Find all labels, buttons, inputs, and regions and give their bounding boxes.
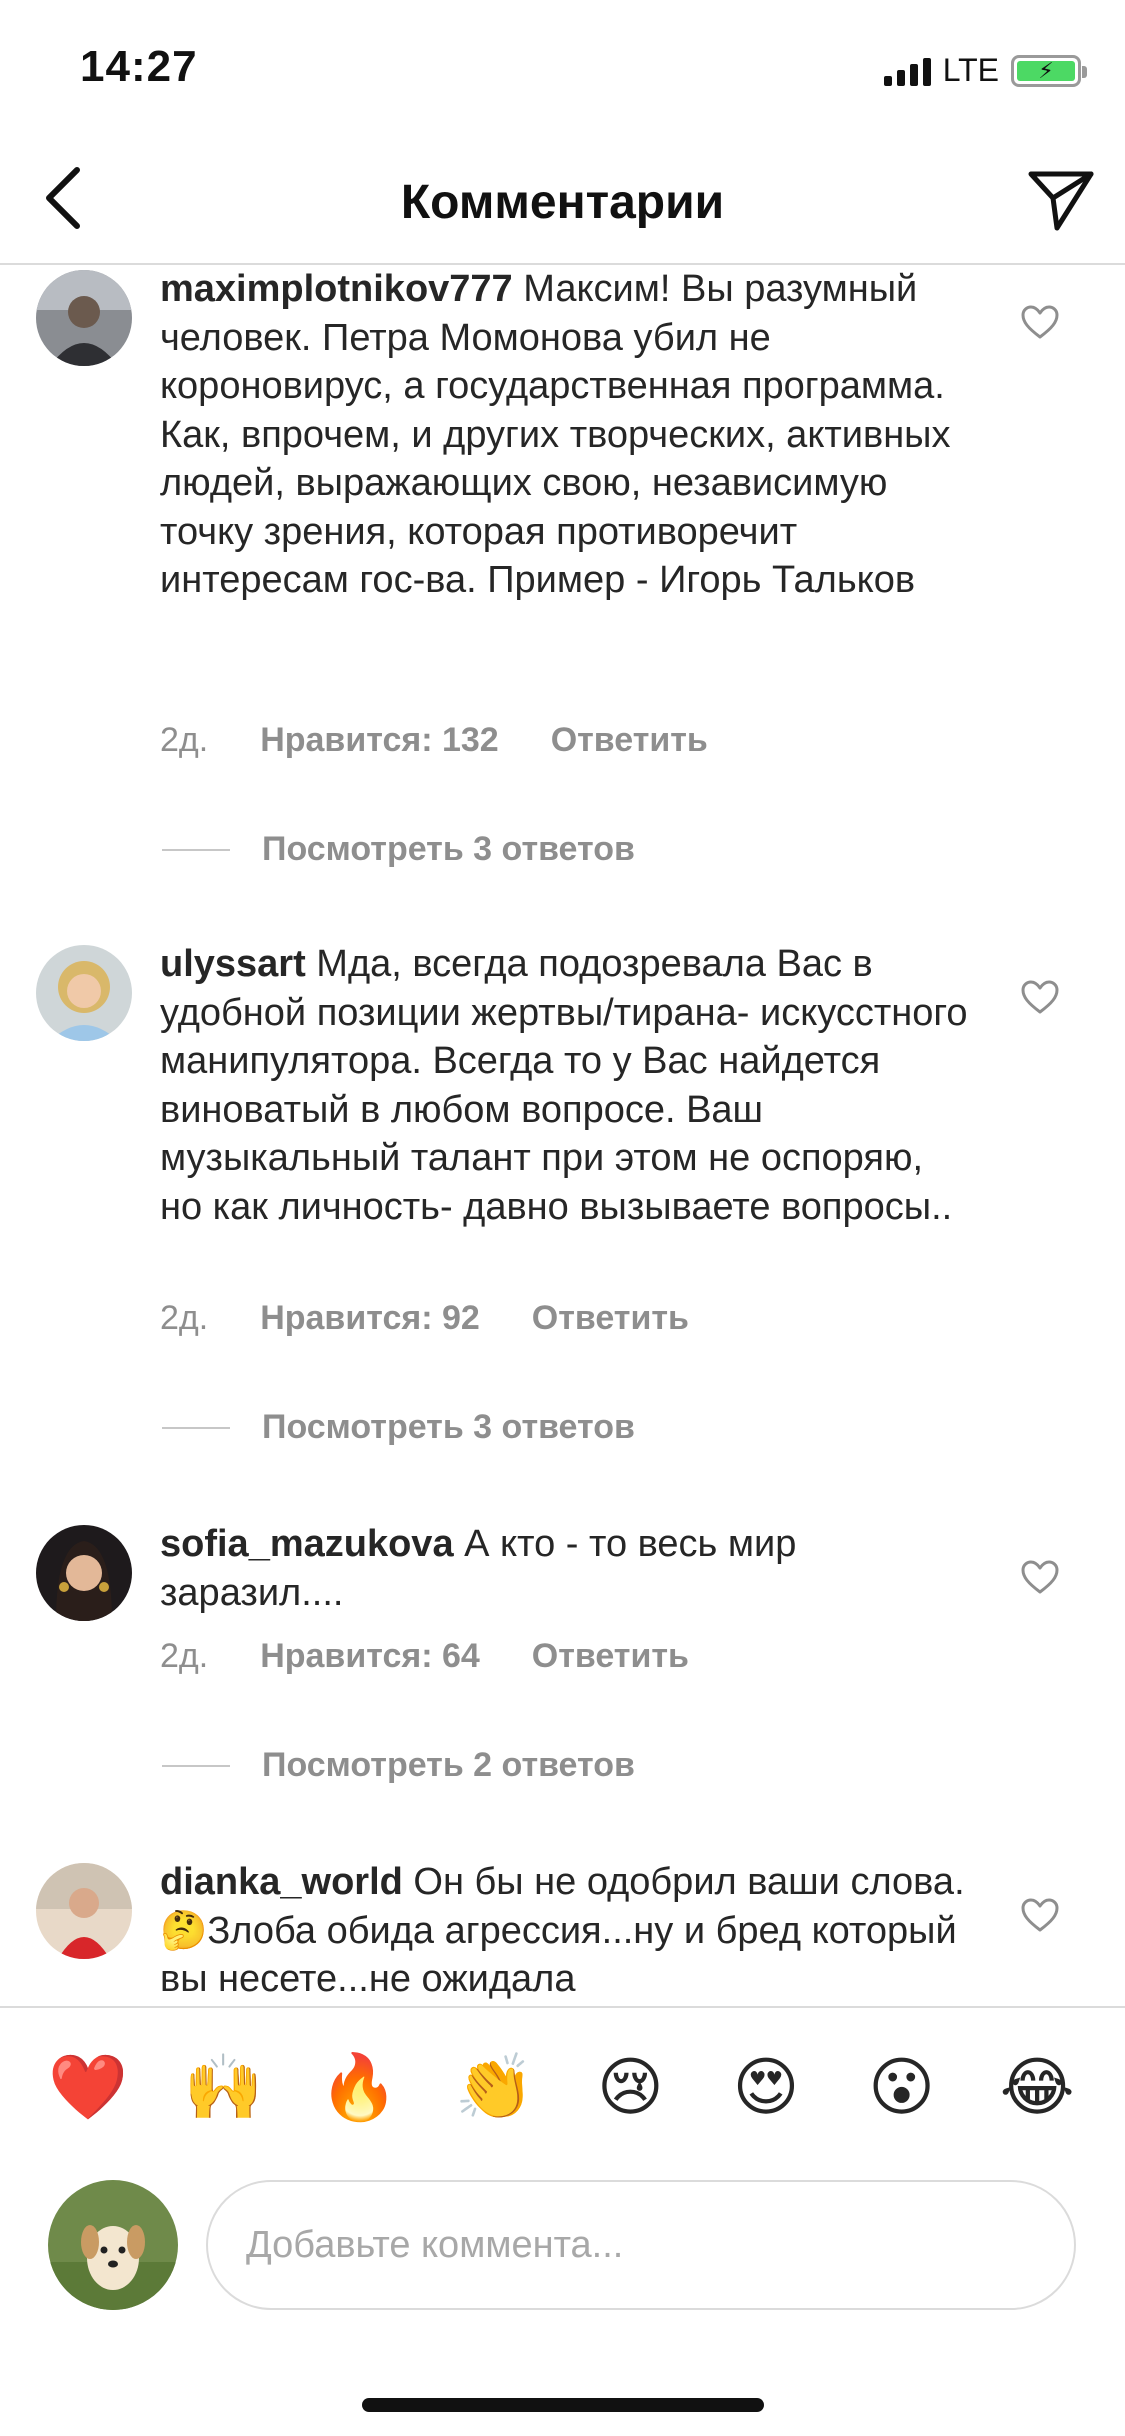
comment-username[interactable]: dianka_world [160,1861,403,1903]
comment-content: Максим! Вы разумный человек. Петра Момон… [160,268,951,601]
comment-time: 2д. [160,721,209,759]
like-button[interactable] [1015,1890,1065,1940]
avatar[interactable] [36,1863,132,1959]
view-replies-button[interactable]: Посмотреть 2 ответов [162,1746,635,1785]
emoji-raised-hands[interactable]: 🙌 [173,2055,273,2119]
home-indicator[interactable] [362,2398,764,2412]
current-user-avatar [48,2180,178,2310]
reply-button[interactable]: Ответить [532,1299,689,1338]
heart-icon [1021,1560,1059,1594]
comment-input[interactable] [206,2180,1076,2310]
avatar[interactable] [36,270,132,366]
heart-icon [1021,305,1059,339]
comment-username[interactable]: ulyssart [160,943,306,985]
comment-meta: 2д. Нравится: 64 Ответить [160,1637,689,1676]
header: Комментарии [0,135,1125,265]
likes-count[interactable]: Нравится: 132 [260,721,498,760]
emoji-surprised[interactable]: 😮 [852,2055,952,2119]
like-button[interactable] [1015,1552,1065,1602]
emoji-heart-eyes[interactable]: 😍 [716,2055,816,2119]
heart-icon [1021,980,1059,1014]
view-replies-label: Посмотреть 2 ответов [262,1746,635,1784]
view-replies-label: Посмотреть 3 ответов [262,1408,635,1446]
network-type: LTE [942,52,999,88]
like-button[interactable] [1015,972,1065,1022]
emoji-clapping[interactable]: 👏 [445,2055,545,2119]
comment-text: maximplotnikov777 Максим! Вы разумный че… [160,265,970,605]
comment-username[interactable]: sofia_mazukova [160,1523,454,1565]
view-replies-label: Посмотреть 3 ответов [262,830,635,868]
comments-list[interactable]: maximplotnikov777 Максим! Вы разумный че… [0,265,1125,2005]
like-button[interactable] [1015,297,1065,347]
view-replies-button[interactable]: Посмотреть 3 ответов [162,1408,635,1447]
avatar[interactable] [36,1525,132,1621]
comment-username[interactable]: maximplotnikov777 [160,268,513,310]
paper-plane-icon [1028,171,1094,231]
likes-count[interactable]: Нравится: 92 [260,1299,480,1338]
share-button[interactable] [1021,161,1101,241]
status-time: 14:27 [80,42,198,91]
comment-text: ulyssart Мда, всегда подозревала Вас в у… [160,940,970,1231]
comment-content: Мда, всегда подозревала Вас в удобной по… [160,943,968,1228]
status-bar: 14:27 LTE ⚡ [0,0,1125,135]
status-indicators: LTE ⚡ [883,52,1087,89]
signal-icon [883,56,931,86]
comment-text: sofia_mazukova А кто - то весь мир зараз… [160,1520,970,1617]
comment-time: 2д. [160,1299,209,1337]
likes-count[interactable]: Нравится: 64 [260,1637,480,1676]
comment-meta: 2д. Нравится: 92 Ответить [160,1299,689,1338]
comment-composer [0,2170,1125,2320]
comment-meta: 2д. Нравится: 132 Ответить [160,721,708,760]
divider [162,1426,230,1429]
battery-charging-icon: ⚡ [1011,54,1087,87]
comment-text: dianka_world Он бы не одобрил ваши слова… [160,1858,970,2004]
emoji-heart[interactable]: ❤️ [38,2055,138,2119]
emoji-crying[interactable]: 😢 [580,2055,680,2119]
avatar[interactable] [36,945,132,1041]
divider [162,848,230,851]
reply-button[interactable]: Ответить [551,721,708,760]
emoji-fire[interactable]: 🔥 [309,2055,409,2119]
view-replies-button[interactable]: Посмотреть 3 ответов [162,830,635,869]
heart-icon [1021,1898,1059,1932]
divider [162,1764,230,1767]
reply-button[interactable]: Ответить [532,1637,689,1676]
comment-time: 2д. [160,1637,209,1675]
emoji-laughing[interactable]: 😂 [987,2055,1087,2119]
page-title: Комментарии [400,176,725,229]
emoji-quick-bar: ❤️ 🙌 🔥 👏 😢 😍 😮 😂 [0,2006,1125,2166]
